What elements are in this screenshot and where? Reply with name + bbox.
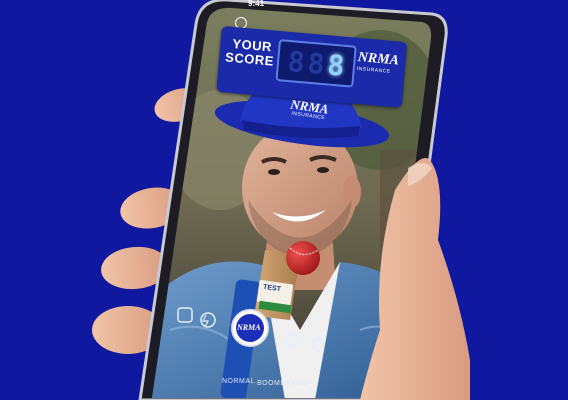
ad-scene: 9:41 YOUR SCORE 8 8 8 NRMA INSURANCE NRM… [0, 0, 568, 400]
score-digit-3: 8 [326, 47, 346, 83]
mode-normal-label[interactable]: NORMAL [222, 378, 255, 385]
nrma-logo-panel: NRMA INSURANCE [356, 50, 400, 84]
shutter-logo-text: NRMA [237, 323, 261, 332]
score-digit-2: 8 [306, 46, 326, 81]
score-digit-1: 8 [286, 44, 307, 79]
score-display: 8 8 8 [275, 39, 357, 88]
status-time: 9:41 [248, 0, 265, 8]
cricket-ball [286, 241, 320, 275]
score-label-line2: SCORE [224, 49, 275, 69]
mode-boomerang-label[interactable]: BOOMERANG [257, 380, 308, 387]
